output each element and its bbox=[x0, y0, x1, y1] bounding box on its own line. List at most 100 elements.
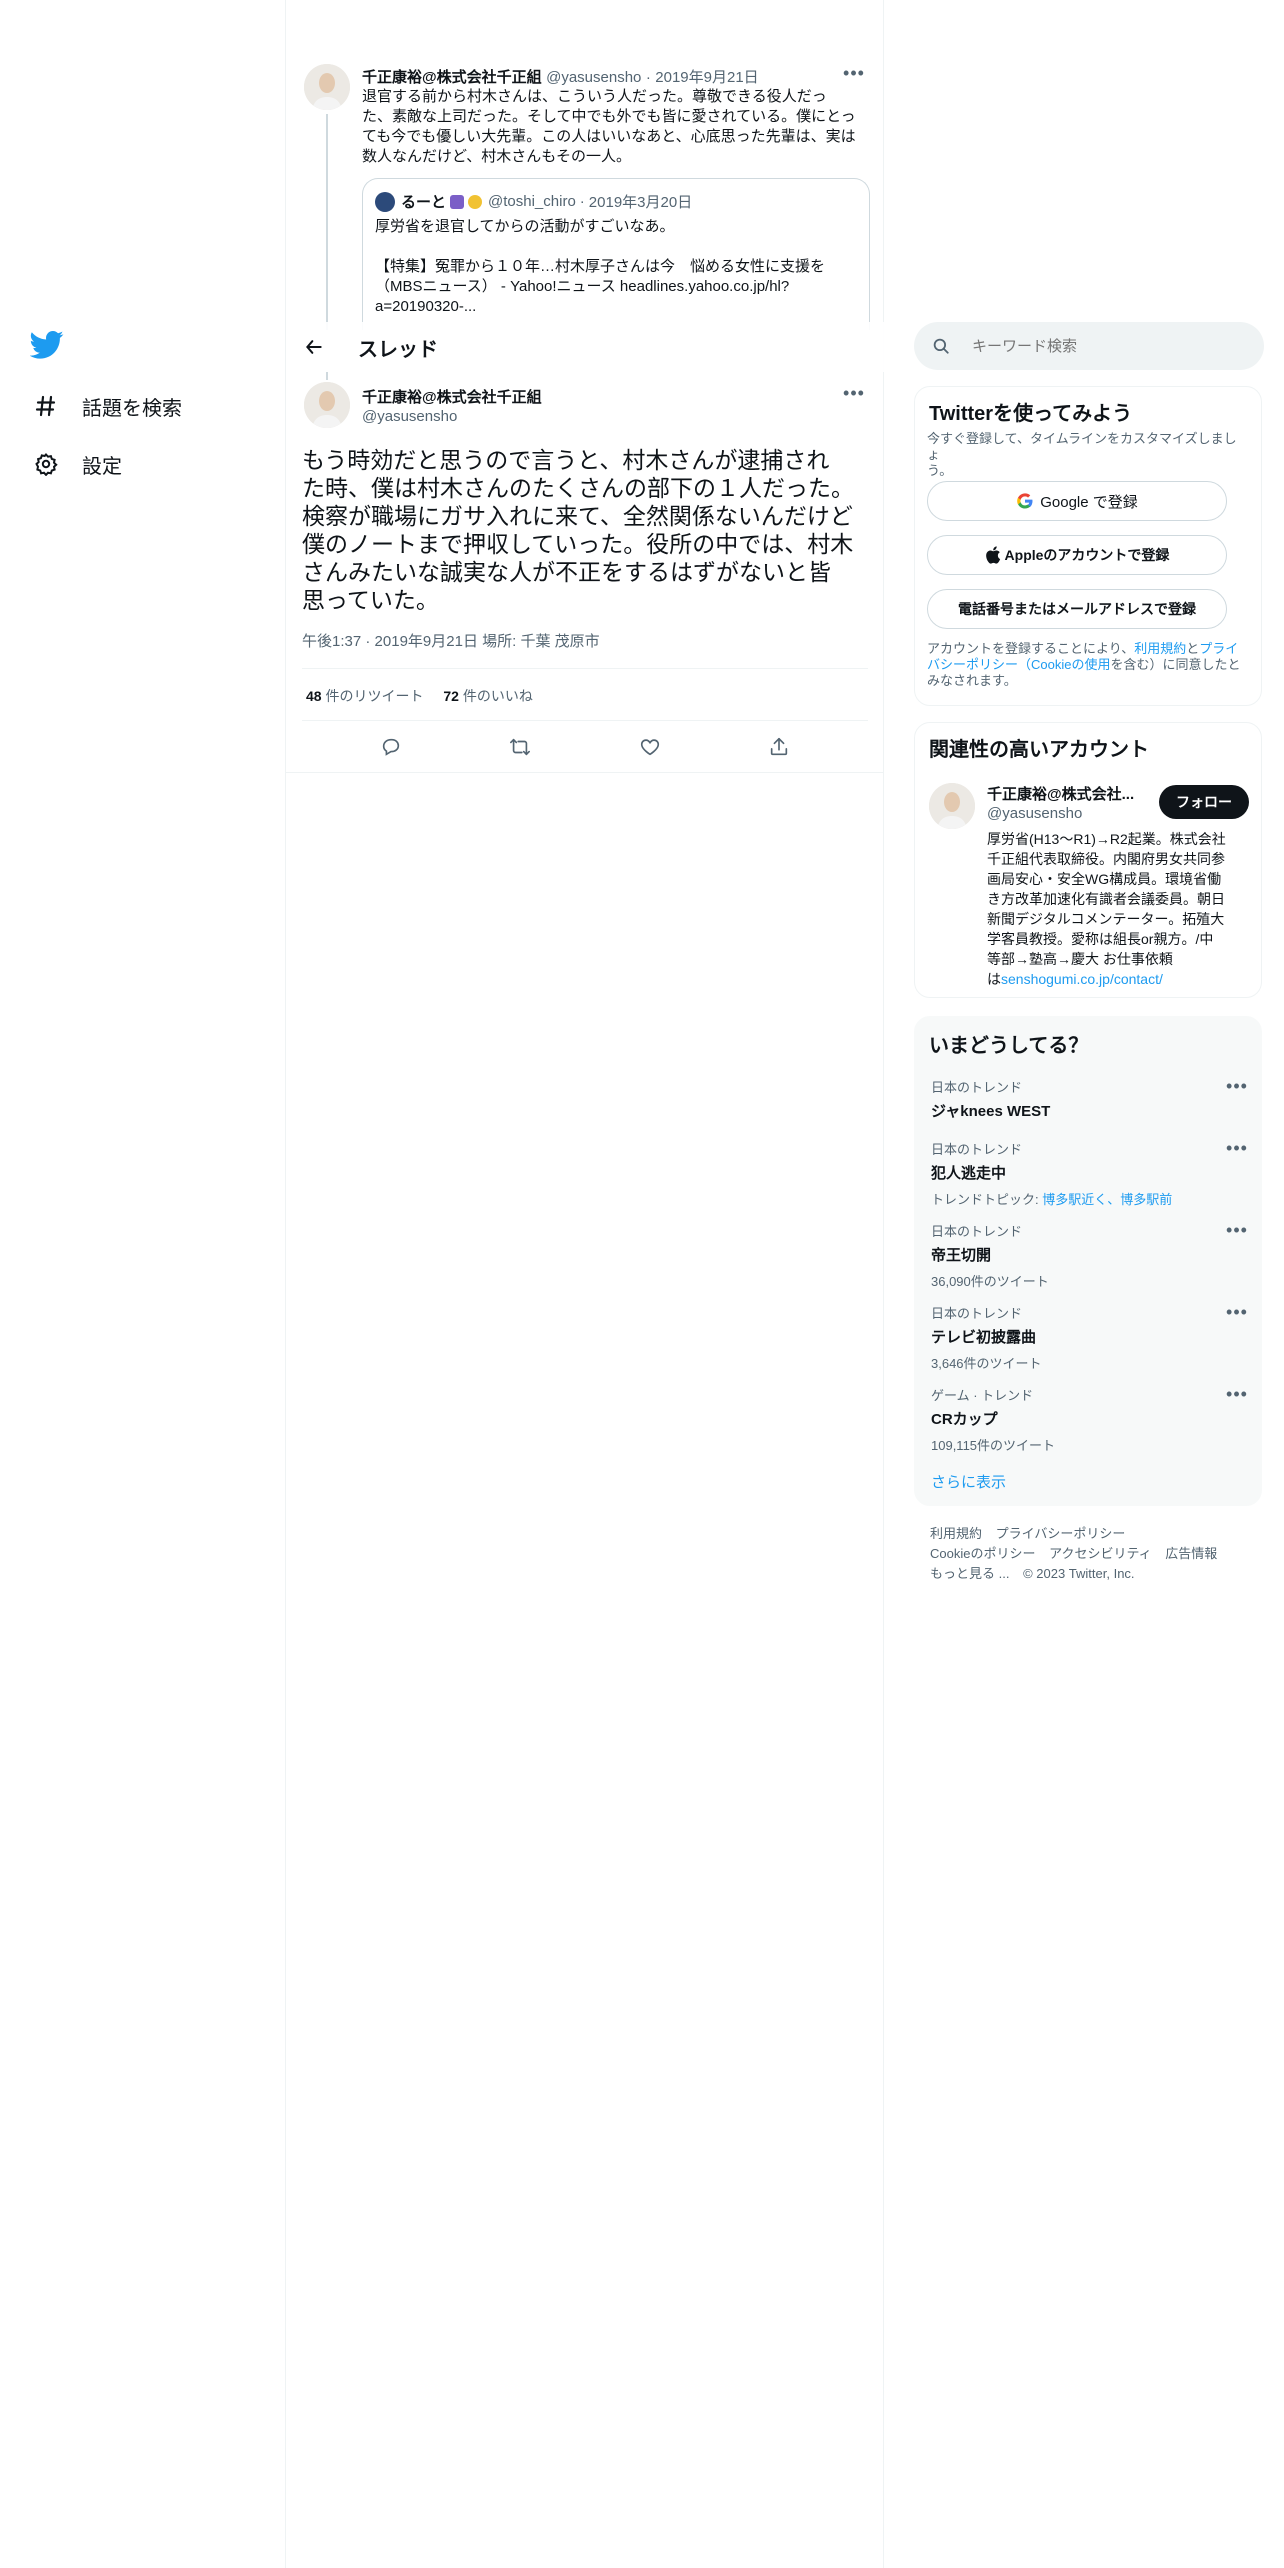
arrow-left-icon[interactable] bbox=[302, 335, 326, 359]
search-input[interactable] bbox=[972, 337, 1232, 355]
trend-item[interactable]: 日本のトレンド 帝王切開 36,090件のツイート bbox=[931, 1221, 1251, 1290]
apple-signup-button[interactable]: Appleのアカウントで登録 bbox=[927, 535, 1227, 575]
apple-signup-label: Appleのアカウントで登録 bbox=[1004, 547, 1170, 563]
avatar[interactable] bbox=[304, 382, 350, 428]
terms-link[interactable]: 利用規約 bbox=[1134, 641, 1186, 656]
show-more-link[interactable]: さらに表示 bbox=[931, 1471, 1006, 1492]
flower-emoji-icon bbox=[468, 194, 483, 209]
more-icon[interactable]: ••• bbox=[1225, 1303, 1249, 1325]
trend-topic-link[interactable]: 博多駅近く、博多駅前 bbox=[1042, 1192, 1172, 1207]
google-icon bbox=[1016, 492, 1034, 510]
follow-button[interactable]: フォロー bbox=[1159, 785, 1249, 819]
legal-post-b: みなされます。 bbox=[927, 673, 1017, 688]
footer: 利用規約 プライバシーポリシー Cookieのポリシー アクセシビリティ 広告情… bbox=[930, 1524, 1260, 1584]
tweet-date[interactable]: 2019年9月21日 bbox=[655, 69, 758, 86]
privacy-link-b[interactable]: バシーポリシー bbox=[927, 657, 1018, 672]
share-icon[interactable] bbox=[768, 736, 790, 758]
related-handle[interactable]: @yasusensho bbox=[987, 805, 1082, 822]
parent-tweet[interactable]: 千正康裕@株式会社千正組 @yasusensho · 2019年9月21日 ••… bbox=[286, 60, 884, 330]
trend-category: 日本のトレンド bbox=[931, 1080, 1023, 1095]
retweet-icon[interactable] bbox=[509, 736, 531, 758]
author-name[interactable]: 千正康裕@株式会社千正組 bbox=[362, 386, 542, 407]
quote-date: 2019年3月20日 bbox=[588, 194, 693, 211]
quote-blank-line bbox=[375, 237, 861, 257]
search-icon bbox=[932, 337, 950, 355]
footer-accessibility[interactable]: アクセシビリティ bbox=[1049, 1546, 1152, 1561]
more-icon[interactable]: ••• bbox=[1225, 1077, 1249, 1099]
trend-item[interactable]: 日本のトレンド ジャknees WEST bbox=[931, 1077, 1251, 1121]
avatar[interactable] bbox=[304, 64, 350, 110]
related-name[interactable]: 千正康裕@株式会社... bbox=[987, 783, 1147, 804]
like-count-link[interactable]: 72 件のいいね bbox=[443, 688, 532, 704]
tweet-line: 思っていた。 bbox=[302, 587, 439, 613]
more-icon[interactable]: ••• bbox=[1225, 1385, 1249, 1407]
google-signup-button[interactable]: Google で登録 bbox=[927, 481, 1227, 521]
quote-author-name: るーと bbox=[401, 194, 447, 211]
separator-dot: · bbox=[645, 69, 651, 86]
footer-more[interactable]: もっと見る ... bbox=[930, 1566, 1009, 1581]
more-icon[interactable]: ••• bbox=[1225, 1139, 1249, 1161]
main-column: 千正康裕@株式会社千正組 @yasusensho · 2019年9月21日 ••… bbox=[286, 0, 884, 2568]
trend-item[interactable]: ゲーム · トレンド CRカップ 109,115件のツイート bbox=[931, 1385, 1251, 1454]
like-icon[interactable] bbox=[639, 736, 661, 758]
privacy-link-a[interactable]: プライ bbox=[1199, 641, 1238, 656]
footer-privacy[interactable]: プライバシーポリシー bbox=[996, 1526, 1126, 1541]
cookie-link[interactable]: （Cookieの使用 bbox=[1018, 657, 1110, 672]
like-count: 72 bbox=[443, 688, 459, 704]
related-accounts-card: 関連性の高いアカウント 千正康裕@株式会社... @yasusensho フォロ… bbox=[914, 722, 1262, 998]
trend-count: 3,646件のツイート bbox=[931, 1356, 1042, 1371]
author-handle[interactable]: @yasusensho bbox=[362, 408, 457, 425]
avatar[interactable] bbox=[929, 783, 975, 829]
footer-cookie[interactable]: Cookieのポリシー bbox=[930, 1546, 1035, 1561]
tweet-line: た時、僕は村木さんのたくさんの部下の１人だった。 bbox=[302, 475, 854, 501]
bio-line: 千正組代表取締役。内閣府男女共同参 bbox=[987, 851, 1225, 867]
footer-terms[interactable]: 利用規約 bbox=[930, 1526, 982, 1541]
nav-explore[interactable]: 話題を検索 bbox=[32, 386, 182, 426]
quote-avatar[interactable] bbox=[375, 191, 395, 212]
quote-header: るーと @toshi_chiro · 2019年3月20日 bbox=[375, 191, 692, 212]
author-name[interactable]: 千正康裕@株式会社千正組 bbox=[362, 69, 542, 86]
trends-card: いまどうしてる？ 日本のトレンド ジャknees WEST ••• 日本のトレン… bbox=[914, 1016, 1262, 1506]
search-box[interactable] bbox=[914, 322, 1264, 370]
left-nav: 話題を検索 設定 bbox=[0, 0, 286, 2568]
footer-ads[interactable]: 広告情報 bbox=[1165, 1546, 1217, 1561]
tweet-location[interactable]: 千葉 茂原市 bbox=[520, 633, 599, 650]
trend-item[interactable]: 日本のトレンド 犯人逃走中 トレンドトピック: 博多駅近く、博多駅前 bbox=[931, 1139, 1251, 1208]
like-label: 件のいいね bbox=[462, 688, 533, 704]
parent-tweet-header: 千正康裕@株式会社千正組 @yasusensho · 2019年9月21日 bbox=[362, 66, 759, 87]
location-prefix: 場所: bbox=[482, 633, 517, 650]
phone-email-signup-button[interactable]: 電話番号またはメールアドレスで登録 bbox=[927, 589, 1227, 629]
gear-icon bbox=[32, 450, 60, 478]
trend-category: ゲーム · トレンド bbox=[931, 1388, 1034, 1403]
bio-line: 厚労省(H13～R1)→R2起業。株式会社 bbox=[987, 831, 1226, 847]
tweet-date[interactable]: 2019年9月21日 bbox=[375, 633, 478, 650]
author-handle[interactable]: @yasusensho bbox=[546, 69, 641, 86]
follow-label: フォロー bbox=[1176, 794, 1232, 810]
retweet-count: 48 bbox=[306, 688, 322, 704]
apple-icon bbox=[985, 546, 1001, 564]
quote-handle: @toshi_chiro bbox=[488, 193, 576, 210]
retweet-label: 件のリツイート bbox=[325, 688, 424, 704]
retweet-count-link[interactable]: 48 件のリツイート bbox=[306, 688, 427, 704]
trend-item[interactable]: 日本のトレンド テレビ初披露曲 3,646件のツイート bbox=[931, 1303, 1251, 1372]
subtitle-line: 今すぐ登録して、タイムラインをカスタマイズしましょ bbox=[927, 431, 1237, 462]
nav-settings[interactable]: 設定 bbox=[32, 444, 122, 484]
quote-tweet[interactable]: るーと @toshi_chiro · 2019年3月20日 厚労省を退官してから… bbox=[362, 178, 870, 330]
trend-category: 日本のトレンド bbox=[931, 1224, 1023, 1239]
bio-link[interactable]: senshogumi.co.jp/contact/ bbox=[1001, 971, 1163, 987]
trends-title: いまどうしてる？ bbox=[929, 1035, 1089, 1057]
parent-tweet-text: 退官する前から村木さんは、こういう人だった。尊敬できる役人だっ た、素敵な上司だ… bbox=[362, 87, 872, 167]
google-signup-label: Google で登録 bbox=[1040, 493, 1138, 511]
trend-name: テレビ初披露曲 bbox=[931, 1329, 1037, 1346]
more-icon[interactable]: ••• bbox=[842, 384, 866, 406]
more-icon[interactable]: ••• bbox=[1225, 1221, 1249, 1243]
signup-legal: アカウントを登録することにより、利用規約とプライ バシーポリシー（Cookieの使… bbox=[927, 641, 1249, 689]
more-icon[interactable]: ••• bbox=[842, 64, 866, 86]
bio-line: 等部→塾高→慶大 お仕事依頼 bbox=[987, 951, 1173, 967]
reply-icon[interactable] bbox=[380, 736, 402, 758]
tweet-time[interactable]: 午後1:37 bbox=[302, 633, 361, 650]
divider bbox=[302, 720, 868, 721]
twitter-bird-icon[interactable] bbox=[30, 330, 66, 366]
legal-post-a: を含む）に同意したと bbox=[1110, 657, 1241, 672]
bio-line: き方改革加速化有識者会議委員。朝日 bbox=[987, 891, 1225, 907]
